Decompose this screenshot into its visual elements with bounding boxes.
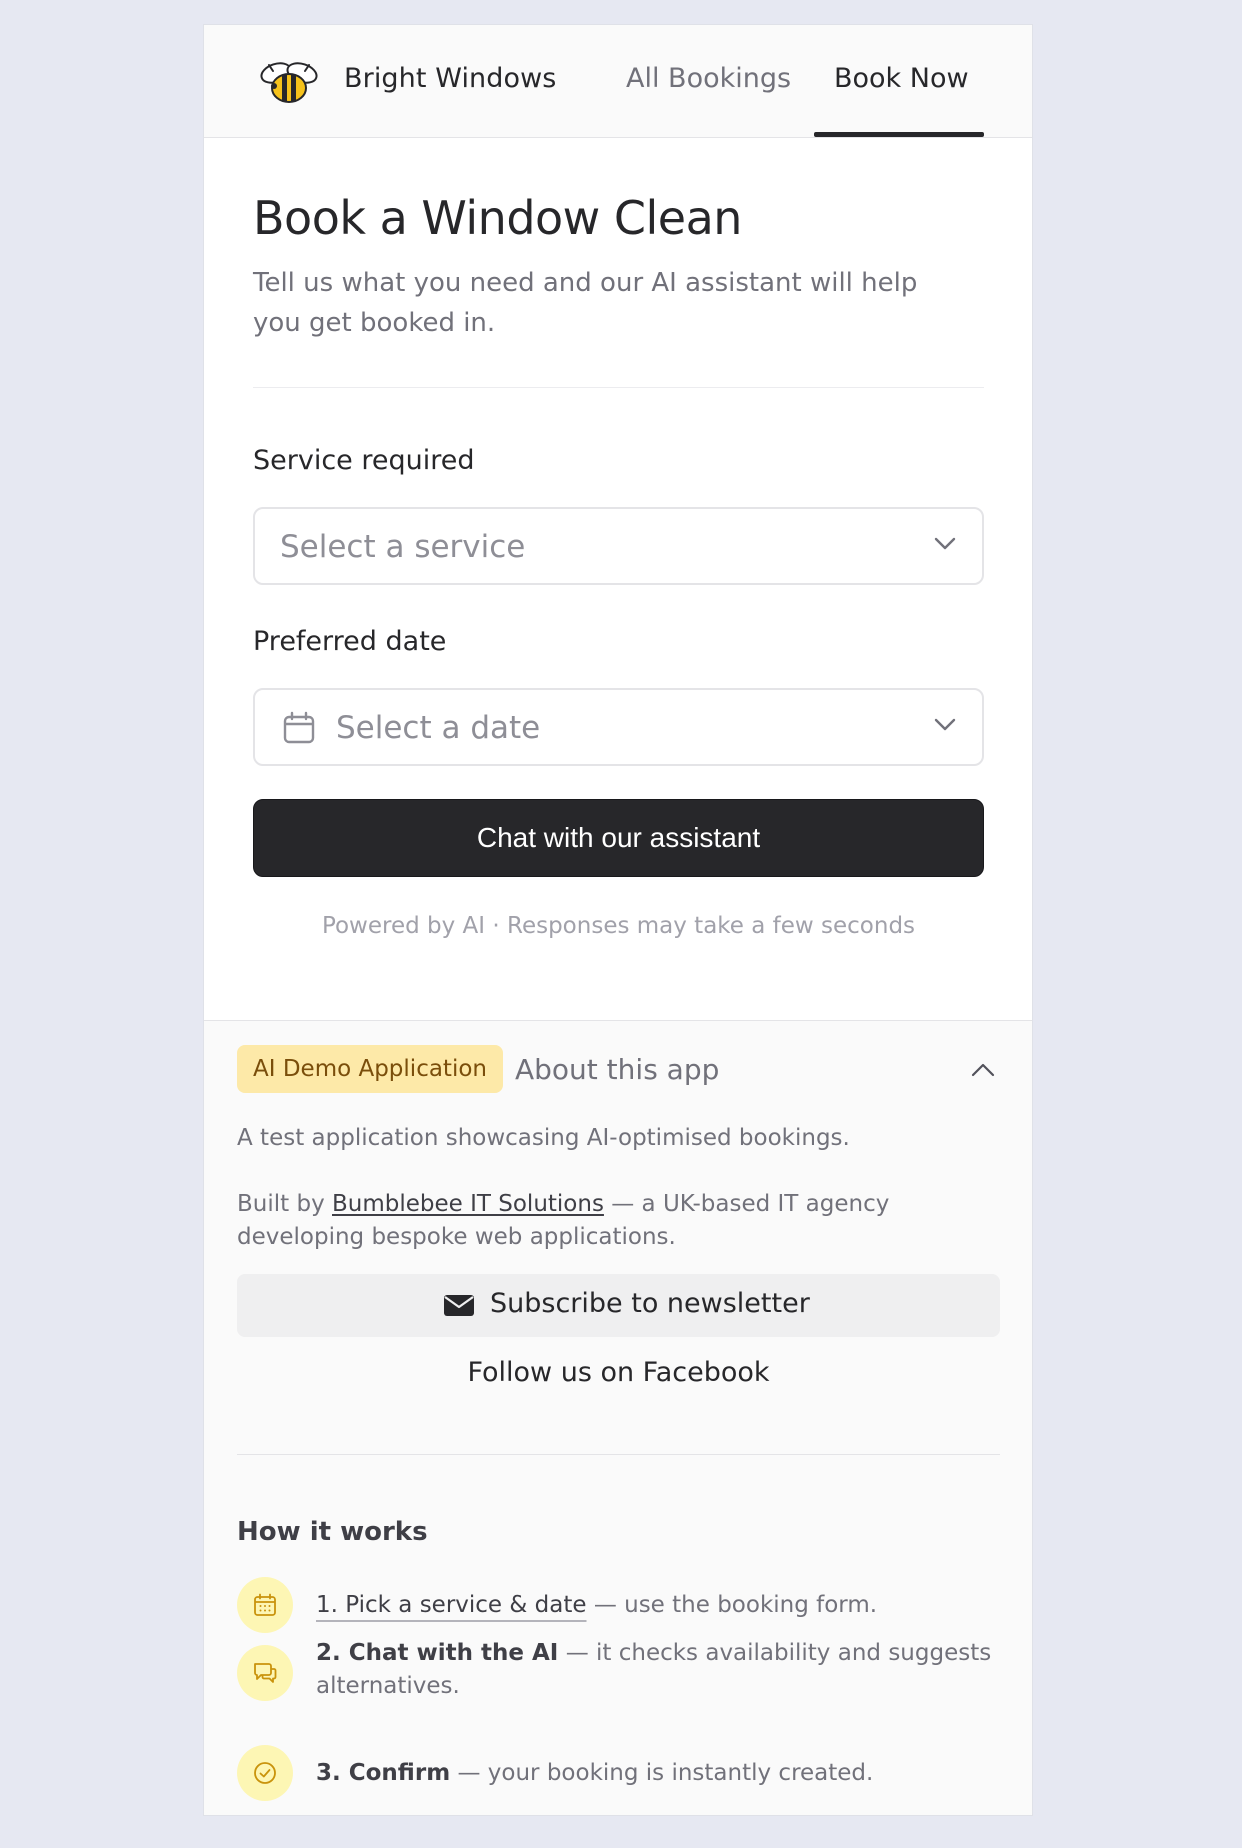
follow-facebook-link[interactable]: Follow us on Facebook xyxy=(237,1357,1000,1388)
check-circle-icon xyxy=(254,1762,276,1784)
date-select[interactable]: Select a date xyxy=(253,688,984,766)
powered-by-note: Powered by AI · Responses may take a few… xyxy=(321,913,916,939)
step-1-description: — use the booking form. xyxy=(593,1592,878,1618)
calendar-icon xyxy=(283,711,315,744)
how-it-works-title: How it works xyxy=(237,1517,428,1547)
step-2-text: 2. Chat with the AI — it checks availabi… xyxy=(316,1637,1006,1703)
about-description: A test application showcasing AI-optimis… xyxy=(237,1125,850,1151)
step-3-description: — your booking is instantly created. xyxy=(457,1760,874,1786)
service-label: Service required xyxy=(253,445,475,476)
built-by-prefix: Built by xyxy=(237,1191,325,1217)
active-tab-indicator xyxy=(814,132,984,137)
about-title[interactable]: About this app xyxy=(515,1053,719,1086)
step-3-text: 3. Confirm — your booking is instantly c… xyxy=(316,1757,1006,1790)
service-select[interactable]: Select a service xyxy=(253,507,984,585)
date-select-placeholder: Select a date xyxy=(336,710,541,746)
page-title: Book a Window Clean xyxy=(253,191,742,245)
booking-card: Bright Windows All Bookings Book Now Boo… xyxy=(203,24,1033,1816)
bee-icon xyxy=(260,62,318,103)
bumblebee-link[interactable]: Bumblebee IT Solutions xyxy=(332,1191,604,1217)
about-divider xyxy=(237,1454,1000,1455)
built-by-text: Built by Bumblebee IT Solutions — a UK-b… xyxy=(237,1188,1007,1254)
subscribe-label: Subscribe to newsletter xyxy=(490,1288,810,1319)
chevron-down-icon xyxy=(934,718,956,731)
about-panel: AI Demo Application About this app A tes… xyxy=(204,1020,1032,1815)
service-select-placeholder: Select a service xyxy=(280,529,526,565)
brand-name: Bright Windows xyxy=(344,63,557,94)
subscribe-newsletter-button[interactable]: Subscribe to newsletter xyxy=(237,1274,1000,1337)
step-3-title: 3. Confirm xyxy=(316,1760,451,1786)
step-1-text: 1. Pick a service & date — use the booki… xyxy=(316,1589,1006,1622)
nav-tab-book-now[interactable]: Book Now xyxy=(834,63,969,94)
demo-badge: AI Demo Application xyxy=(237,1045,503,1093)
section-divider xyxy=(253,387,984,388)
page-subtitle: Tell us what you need and our AI assista… xyxy=(253,268,918,338)
chevron-up-icon[interactable] xyxy=(971,1063,995,1077)
chat-with-assistant-button[interactable]: Chat with our assistant xyxy=(253,799,984,877)
chat-icon xyxy=(254,1663,277,1683)
chevron-down-icon xyxy=(934,537,956,550)
date-label: Preferred date xyxy=(253,626,447,657)
step-2-title: 2. Chat with the AI xyxy=(316,1640,559,1666)
step-1-link[interactable]: 1. Pick a service & date xyxy=(316,1592,587,1618)
mail-icon xyxy=(444,1295,474,1316)
step-2-icon-badge xyxy=(237,1645,293,1701)
top-nav: Bright Windows All Bookings Book Now xyxy=(204,25,1032,138)
calendar-icon xyxy=(254,1593,276,1616)
step-3-icon-badge xyxy=(237,1745,293,1801)
step-1-icon-badge xyxy=(237,1577,293,1633)
nav-tab-all-bookings[interactable]: All Bookings xyxy=(626,63,791,94)
